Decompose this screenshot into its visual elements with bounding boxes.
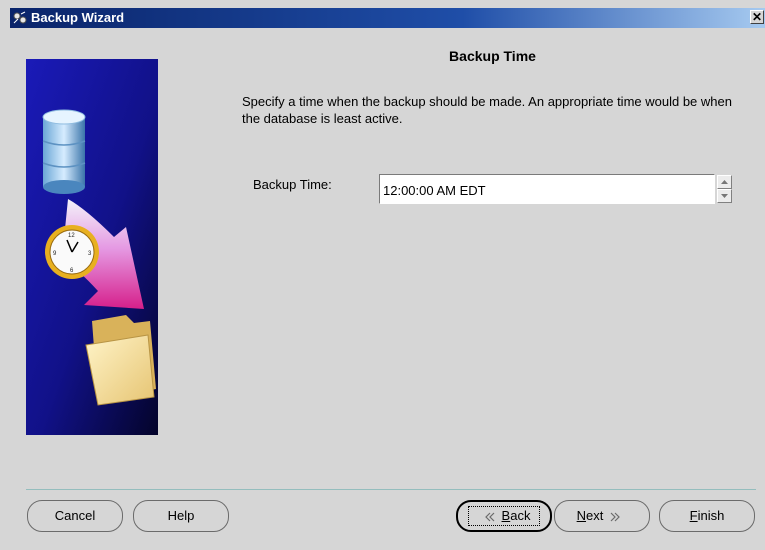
backup-wizard-icon — [13, 11, 27, 24]
help-label: Help — [167, 508, 195, 523]
backup-wizard-window: Backup Wizard ✕ 12 3 6 9 Backup Time Spe… — [0, 0, 765, 550]
window-title: Backup Wizard — [31, 10, 125, 25]
finish-button[interactable]: Finish — [659, 500, 755, 532]
next-label: ext — [586, 508, 604, 523]
finish-label: inish — [697, 508, 725, 523]
spin-down-button[interactable] — [717, 189, 732, 203]
backup-time-spinner[interactable] — [379, 174, 732, 204]
clock-icon: 12 3 6 9 — [45, 225, 99, 279]
chevron-left-icon — [484, 512, 494, 521]
cancel-button[interactable]: Cancel — [27, 500, 123, 532]
button-separator — [26, 489, 756, 490]
spin-down-icon — [721, 194, 728, 198]
spin-up-icon — [721, 180, 728, 184]
database-icon — [42, 109, 86, 194]
svg-text:12: 12 — [68, 233, 75, 239]
back-mnemonic: B — [501, 508, 511, 523]
next-button[interactable]: Next — [554, 500, 650, 532]
help-button[interactable]: Help — [133, 500, 229, 532]
spin-up-button[interactable] — [717, 175, 732, 189]
cancel-label: Cancel — [54, 508, 96, 523]
page-title: Backup Time — [449, 48, 536, 64]
chevron-right-icon — [610, 512, 621, 521]
back-label: ack — [510, 508, 531, 523]
finish-mnemonic: F — [689, 508, 698, 523]
wizard-illustration: 12 3 6 9 — [26, 59, 158, 435]
next-mnemonic: N — [576, 508, 587, 523]
back-button[interactable]: Back — [456, 500, 552, 532]
title-bar[interactable]: Backup Wizard ✕ — [10, 8, 765, 28]
folder-icon — [85, 315, 156, 406]
backup-time-input[interactable] — [379, 174, 715, 204]
instructions-text: Specify a time when the backup should be… — [242, 94, 732, 126]
close-button[interactable]: ✕ — [750, 10, 764, 24]
close-icon: ✕ — [751, 10, 763, 24]
backup-time-label: Backup Time: — [253, 177, 332, 192]
